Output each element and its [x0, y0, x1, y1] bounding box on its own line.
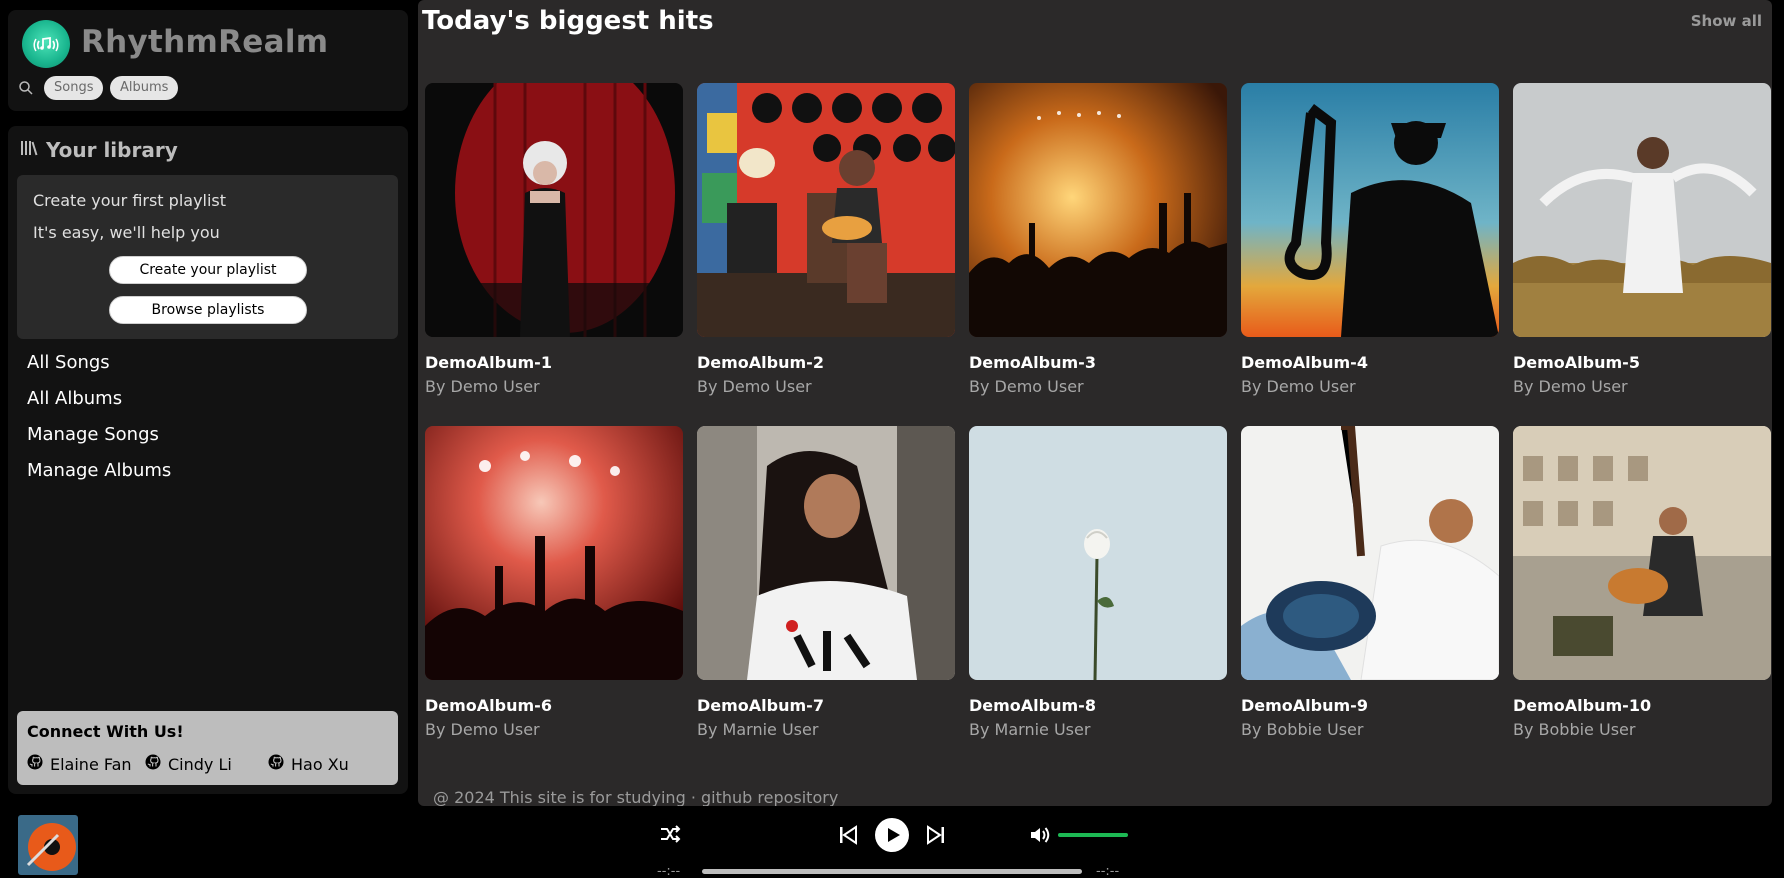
github-icon	[27, 754, 43, 774]
nav-all-albums[interactable]: All Albums	[27, 388, 122, 409]
nav-manage-albums[interactable]: Manage Albums	[27, 460, 171, 481]
contributor-name: Cindy Li	[168, 754, 232, 774]
album-card[interactable]: DemoAlbum-3 By Demo User	[969, 83, 1227, 396]
section-title: Today's biggest hits	[422, 6, 714, 36]
volume-slider[interactable]	[1058, 833, 1128, 837]
create-playlist-button[interactable]: Create your playlist	[109, 256, 307, 284]
library-panel: Your library Create your first playlist …	[8, 126, 408, 794]
create-playlist-subtitle: It's easy, we'll help you	[33, 223, 220, 242]
previous-icon[interactable]	[838, 825, 858, 849]
album-cover[interactable]	[969, 426, 1227, 680]
brand-panel: RhythmRealm Songs Albums	[8, 10, 408, 111]
show-all-link[interactable]: Show all	[1691, 12, 1762, 30]
search-icon[interactable]	[18, 80, 34, 96]
create-playlist-card: Create your first playlist It's easy, we…	[17, 175, 398, 339]
album-name[interactable]: DemoAlbum-3	[969, 353, 1227, 372]
album-name[interactable]: DemoAlbum-10	[1513, 696, 1771, 715]
album-artist: By Demo User	[1513, 377, 1628, 396]
album-artist: By Demo User	[697, 377, 812, 396]
album-cover[interactable]	[1241, 426, 1499, 680]
app-title[interactable]: RhythmRealm	[81, 24, 328, 60]
time-current: --:--	[657, 864, 681, 878]
album-name[interactable]: DemoAlbum-7	[697, 696, 955, 715]
album-name[interactable]: DemoAlbum-5	[1513, 353, 1771, 372]
album-card[interactable]: DemoAlbum-2 By Demo User	[697, 83, 955, 396]
connect-card: Connect With Us! Elaine Fan Cindy Li Hao…	[17, 711, 398, 785]
next-icon[interactable]	[926, 825, 946, 849]
filter-albums-tag[interactable]: Albums	[110, 76, 179, 100]
time-total: --:--	[1096, 864, 1120, 878]
connect-title: Connect With Us!	[27, 722, 184, 741]
album-cover[interactable]	[1513, 426, 1771, 680]
album-artist: By Marnie User	[969, 720, 1091, 739]
contributor-link-cindy[interactable]: Cindy Li	[145, 754, 232, 774]
album-name[interactable]: DemoAlbum-9	[1241, 696, 1499, 715]
album-cover[interactable]	[969, 83, 1227, 337]
footer-text: @ 2024 This site is for studying · githu…	[433, 788, 839, 806]
album-artist: By Bobbie User	[1241, 720, 1364, 739]
album-artist: By Demo User	[425, 720, 540, 739]
filter-songs-tag[interactable]: Songs	[44, 76, 104, 100]
play-button[interactable]	[875, 818, 909, 856]
album-card[interactable]: DemoAlbum-10 By Bobbie User	[1513, 426, 1771, 739]
album-cover[interactable]	[697, 83, 955, 337]
github-icon	[145, 754, 161, 774]
album-card[interactable]: DemoAlbum-8 By Marnie User	[969, 426, 1227, 739]
album-name[interactable]: DemoAlbum-1	[425, 353, 683, 372]
album-cover[interactable]	[697, 426, 955, 680]
album-card[interactable]: DemoAlbum-7 By Marnie User	[697, 426, 955, 739]
nav-manage-songs[interactable]: Manage Songs	[27, 424, 159, 445]
logo-icon[interactable]	[22, 20, 70, 68]
album-card[interactable]: DemoAlbum-5 By Demo User	[1513, 83, 1771, 396]
album-artist: By Demo User	[969, 377, 1084, 396]
now-playing-cover[interactable]	[18, 815, 78, 875]
main-content: Today's biggest hits Show all DemoAlbum-…	[418, 0, 1772, 806]
shuffle-icon[interactable]	[659, 823, 681, 849]
contributor-link-hao[interactable]: Hao Xu	[268, 754, 349, 774]
album-name[interactable]: DemoAlbum-8	[969, 696, 1227, 715]
album-card[interactable]: DemoAlbum-4 By Demo User	[1241, 83, 1499, 396]
album-artist: By Marnie User	[697, 720, 819, 739]
album-artist: By Demo User	[1241, 377, 1356, 396]
app-root: RhythmRealm Songs Albums Your library Cr…	[0, 0, 1784, 878]
album-cover[interactable]	[425, 426, 683, 680]
progress-bar[interactable]	[702, 869, 1082, 874]
album-card[interactable]: DemoAlbum-9 By Bobbie User	[1241, 426, 1499, 739]
player-bar: --:-- --:--	[0, 806, 1784, 878]
library-header: Your library	[20, 138, 178, 162]
github-icon	[268, 754, 284, 774]
album-cover[interactable]	[425, 83, 683, 337]
album-name[interactable]: DemoAlbum-4	[1241, 353, 1499, 372]
contributor-name: Elaine Fan	[50, 754, 132, 774]
library-title[interactable]: Your library	[46, 138, 178, 162]
volume-icon[interactable]	[1029, 825, 1051, 849]
contributor-link-elaine[interactable]: Elaine Fan	[27, 754, 132, 774]
album-cover[interactable]	[1513, 83, 1771, 337]
browse-playlists-button[interactable]: Browse playlists	[109, 296, 307, 324]
library-icon	[20, 140, 38, 160]
nav-all-songs[interactable]: All Songs	[27, 352, 110, 373]
album-cover[interactable]	[1241, 83, 1499, 337]
album-card[interactable]: DemoAlbum-6 By Demo User	[425, 426, 683, 739]
album-artist: By Bobbie User	[1513, 720, 1636, 739]
album-name[interactable]: DemoAlbum-6	[425, 696, 683, 715]
album-artist: By Demo User	[425, 377, 540, 396]
album-name[interactable]: DemoAlbum-2	[697, 353, 955, 372]
contributor-name: Hao Xu	[291, 754, 349, 774]
create-playlist-title: Create your first playlist	[33, 191, 227, 210]
album-card[interactable]: DemoAlbum-1 By Demo User	[425, 83, 683, 396]
